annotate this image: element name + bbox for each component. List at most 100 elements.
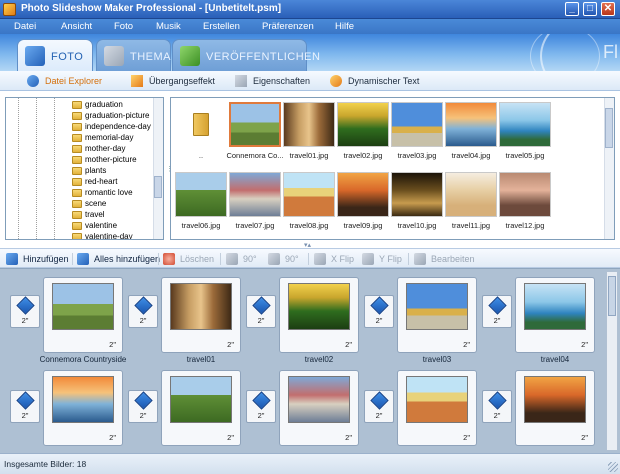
transition-slot[interactable]: 2" xyxy=(10,390,40,423)
folder-icon xyxy=(72,167,82,175)
transition-duration: 2" xyxy=(375,316,383,325)
toolbar-divider xyxy=(72,253,73,265)
menu-ansicht[interactable]: Ansicht xyxy=(61,21,92,32)
thumbnail-image xyxy=(445,172,497,217)
resize-grip[interactable] xyxy=(608,462,618,472)
slide-image xyxy=(406,283,468,330)
tree-folder-label: graduation xyxy=(85,100,123,109)
storyboard-slide[interactable]: 2" xyxy=(43,277,123,353)
file-thumbnail-grid: .. Connemora Co... travel01.jpg travel02… xyxy=(170,97,615,240)
transition-duration: 2" xyxy=(257,411,265,420)
subtab-uebergangseffekt[interactable]: Übergangseffekt xyxy=(131,73,221,89)
storyboard-slide[interactable]: 2" xyxy=(397,370,477,446)
properties-icon xyxy=(235,75,247,87)
transition-slot[interactable]: 2" xyxy=(128,390,158,423)
thumbnail-scrollbar[interactable] xyxy=(604,98,614,239)
slide-image xyxy=(288,376,350,423)
toolbar-divider xyxy=(158,253,159,265)
storyboard-slide[interactable]: 2" xyxy=(515,370,595,446)
thumbnail-image xyxy=(175,172,227,217)
slide-label: travel03 xyxy=(422,355,452,364)
thumbnail-image xyxy=(283,172,335,217)
slide-label: travel02 xyxy=(304,355,334,364)
button-label: 90° xyxy=(285,254,299,264)
subtab-eigenschaften[interactable]: Eigenschaften xyxy=(235,73,325,89)
storyboard-slide[interactable]: 2" xyxy=(161,277,241,353)
transition-slot[interactable]: 2" xyxy=(364,390,394,423)
slide-image xyxy=(170,376,232,423)
slide-image xyxy=(52,376,114,423)
slide-label: travel04 xyxy=(540,355,570,364)
folder-icon xyxy=(72,211,82,219)
subtab-datei-explorer[interactable]: Datei Explorer xyxy=(27,73,117,89)
storyboard-slide[interactable]: 2" xyxy=(43,370,123,446)
transition-slot[interactable]: 2" xyxy=(128,295,158,328)
folder-tree[interactable]: graduation graduation-picture independen… xyxy=(5,97,164,240)
thumbnail-image xyxy=(499,102,551,147)
menu-bar: Datei Ansicht Foto Musik Erstellen Präfe… xyxy=(0,19,620,34)
transition-slot[interactable]: 2" xyxy=(10,295,40,328)
storyboard-slide[interactable]: 2" xyxy=(279,370,359,446)
transition-slot[interactable]: 2" xyxy=(482,390,512,423)
storyboard-slide[interactable]: 2" xyxy=(161,370,241,446)
tab-thema[interactable]: THEMA xyxy=(96,39,171,71)
storyboard-slide[interactable]: 2" xyxy=(397,277,477,353)
minimize-button[interactable]: _ xyxy=(565,2,579,16)
panel-splitter[interactable]: ⋮ xyxy=(166,165,173,173)
folder-icon xyxy=(72,189,82,197)
transition-slot[interactable]: 2" xyxy=(246,390,276,423)
transition-duration: 2" xyxy=(493,411,501,420)
transition-slot[interactable]: 2" xyxy=(364,295,394,328)
scrollbar-thumb[interactable] xyxy=(605,108,613,148)
tree-scrollbar[interactable] xyxy=(153,98,163,239)
subtab-dynamischer-text[interactable]: Dynamischer Text xyxy=(330,73,430,89)
maximize-button[interactable]: □ xyxy=(583,2,597,16)
add-all-icon xyxy=(77,253,89,265)
storyboard-slide[interactable]: 2" xyxy=(515,277,595,353)
menu-praeferenzen[interactable]: Präferenzen xyxy=(262,21,314,32)
slide-label: Connemora Countryside xyxy=(39,355,127,364)
transition-slot[interactable]: 2" xyxy=(482,295,512,328)
thumbnail-image xyxy=(283,102,335,147)
close-button[interactable]: ✕ xyxy=(601,2,615,16)
edit-icon xyxy=(414,253,426,265)
storyboard-scrollbar[interactable] xyxy=(606,271,618,451)
transition-icon xyxy=(134,391,153,410)
thumbnail-image xyxy=(337,172,389,217)
photo-icon xyxy=(25,46,45,66)
button-label: 90° xyxy=(243,254,257,264)
slide-label: travel01 xyxy=(186,355,216,364)
menu-erstellen[interactable]: Erstellen xyxy=(203,21,240,32)
tree-folder-label: romantic love xyxy=(85,188,133,197)
thumbnail-image xyxy=(391,102,443,147)
menu-musik[interactable]: Musik xyxy=(156,21,181,32)
subtab-label: Datei Explorer xyxy=(45,76,103,86)
rotate-left-icon xyxy=(226,253,238,265)
slide-image xyxy=(52,283,114,330)
slide-duration: 2" xyxy=(581,340,588,349)
scrollbar-thumb[interactable] xyxy=(154,176,162,198)
tab-veroeffentlichen[interactable]: VERÖFFENTLICHEN xyxy=(172,39,320,71)
menu-datei[interactable]: Datei xyxy=(14,21,36,32)
folder-icon xyxy=(72,123,82,131)
tab-foto[interactable]: FOTO xyxy=(17,39,93,71)
slide-image xyxy=(288,283,350,330)
file-name: travel05.jpg xyxy=(505,151,545,160)
tab-label: VERÖFFENTLICHEN xyxy=(206,51,321,63)
menu-foto[interactable]: Foto xyxy=(114,21,133,32)
photo-toolbar: Hinzufügen Alles hinzufügen Löschen 90° … xyxy=(0,248,620,268)
window-title: Photo Slideshow Maker Professional - [Un… xyxy=(21,3,282,14)
theme-icon xyxy=(104,46,124,66)
folder-icon xyxy=(72,178,82,186)
slide-duration: 2" xyxy=(345,340,352,349)
tree-folder-label: mother-day xyxy=(85,144,126,153)
storyboard-slide[interactable]: 2" xyxy=(279,277,359,353)
scrollbar-thumb[interactable] xyxy=(608,276,616,316)
folder-icon xyxy=(72,145,82,153)
button-label: Hinzufügen xyxy=(23,254,69,264)
transition-slot[interactable]: 2" xyxy=(246,295,276,328)
toolbar-divider xyxy=(308,253,309,265)
transition-icon xyxy=(16,391,35,410)
tree-folder-label: plants xyxy=(85,166,107,175)
menu-hilfe[interactable]: Hilfe xyxy=(335,21,354,32)
